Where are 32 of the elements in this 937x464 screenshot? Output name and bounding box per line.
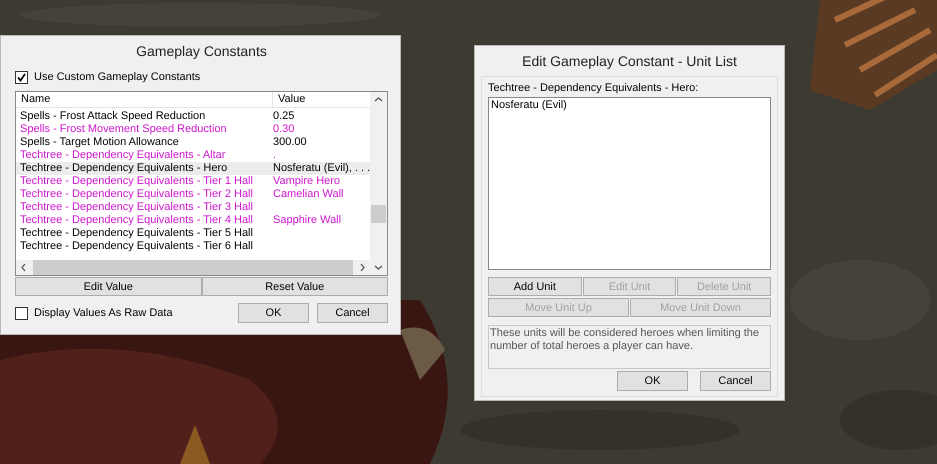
action-button[interactable]: Reset Value <box>202 277 388 296</box>
checkbox[interactable] <box>15 70 28 84</box>
check-icon <box>17 72 26 82</box>
checkbox-label: Display Values As Raw Data <box>34 307 173 319</box>
list-item[interactable]: Nosferatu (Evil) <box>491 99 768 111</box>
column-header[interactable]: Name <box>16 92 273 107</box>
ok-button[interactable]: OK <box>238 303 309 323</box>
column-header[interactable]: Value <box>273 92 370 107</box>
table-row[interactable]: Spells - Frost Movement Speed Reduction 0.30 <box>16 123 370 136</box>
ok-button[interactable]: OK <box>617 371 688 391</box>
table-row[interactable]: Techtree - Dependency Equivalents - Tier 4 Hall Sapphire Wall <box>16 214 370 227</box>
table-row[interactable]: Techtree - Dependency Equivalents - Tier 2 Hall Camelian Wall <box>16 188 370 201</box>
action-button[interactable]: Edit Value <box>15 277 202 296</box>
table-row[interactable]: Techtree - Dependency Equivalents - Tier 1 Hall Vampire Hero <box>16 175 370 188</box>
vertical-scrollbar[interactable] <box>370 92 387 275</box>
window-title: Gameplay Constants <box>135 42 268 61</box>
cancel-button[interactable]: Cancel <box>317 303 388 323</box>
checkbox-label: Use Custom Gameplay Constants <box>34 71 200 83</box>
description-text: These units will be considered heroes when limiting the number of total heroes a player can have. <box>488 325 771 369</box>
list-label: Techtree - Dependency Equivalents - Hero: <box>488 82 700 96</box>
table-row[interactable]: Spells - Frost Attack Speed Reduction 0.25 <box>16 110 370 123</box>
table-row[interactable]: Techtree - Dependency Equivalents - Tier 5 Hall <box>16 227 370 240</box>
table-row[interactable]: Techtree - Dependency Equivalents - Hero Nosferatu (Evil), . . . <box>16 162 370 175</box>
table-row[interactable]: Spells - Target Motion Allowance 300.00 <box>16 136 370 149</box>
cancel-button[interactable]: Cancel <box>700 371 771 391</box>
table-row[interactable]: Techtree - Dependency Equivalents - Altar . <box>16 149 370 162</box>
window-title: Edit Gameplay Constant - Unit List <box>521 52 738 71</box>
table-row[interactable]: Techtree - Dependency Equivalents - Tier 6 Hall <box>16 240 370 253</box>
checkbox[interactable] <box>15 306 28 320</box>
scrollbar-thumb[interactable] <box>371 205 386 223</box>
table-row[interactable]: Techtree - Dependency Equivalents - Tier 3 Hall <box>16 201 370 214</box>
action-button[interactable]: Add Unit <box>488 277 582 296</box>
